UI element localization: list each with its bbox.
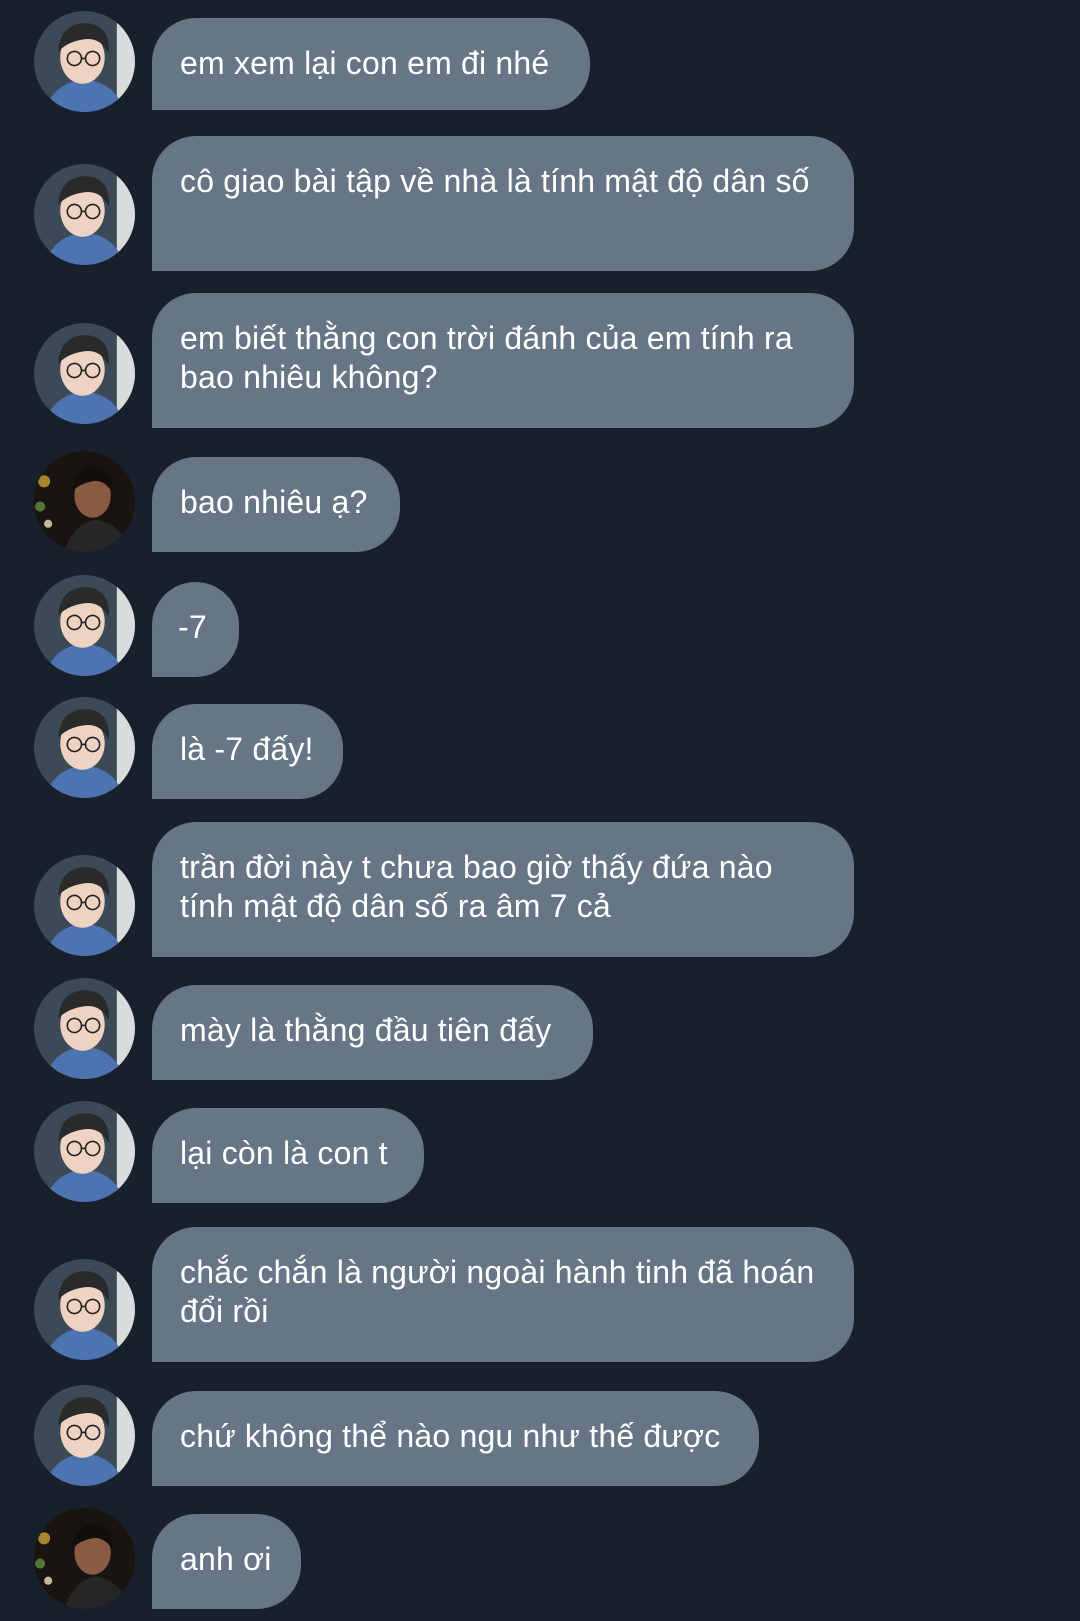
avatar-boy-glasses-icon[interactable] (34, 1101, 135, 1202)
message-text: lại còn là con t (180, 1135, 388, 1171)
message-text: anh ơi (180, 1541, 272, 1577)
message-text: là -7 đấy! (180, 731, 314, 767)
avatar-boy-night-icon[interactable] (34, 451, 135, 552)
message-text: bao nhiêu ạ? (180, 484, 368, 520)
avatar-boy-glasses-icon[interactable] (34, 164, 135, 265)
message-bubble[interactable]: trần đời này t chưa bao giờ thấy đứa nào… (152, 822, 854, 957)
avatar-boy-glasses-image (34, 575, 135, 676)
avatar-boy-glasses-image (34, 855, 135, 956)
message-text: chắc chắn là người ngoài hành tinh đã ho… (180, 1254, 815, 1329)
avatar-boy-glasses-icon[interactable] (34, 978, 135, 1079)
avatar-boy-night-image (34, 1508, 135, 1609)
message-bubble[interactable]: em xem lại con em đi nhé (152, 18, 590, 110)
avatar-boy-night-icon[interactable] (34, 1508, 135, 1609)
message-bubble[interactable]: em biết thằng con trời đánh của em tính … (152, 293, 854, 428)
avatar-boy-glasses-icon[interactable] (34, 11, 135, 112)
message-bubble[interactable]: bao nhiêu ạ? (152, 457, 400, 552)
avatar-boy-glasses-icon[interactable] (34, 1259, 135, 1360)
avatar-boy-glasses-image (34, 11, 135, 112)
message-text: em biết thằng con trời đánh của em tính … (180, 320, 793, 395)
avatar-boy-glasses-image (34, 164, 135, 265)
message-bubble[interactable]: cô giao bài tập về nhà là tính mật độ dâ… (152, 136, 854, 271)
avatar-boy-glasses-image (34, 1101, 135, 1202)
avatar-boy-glasses-icon[interactable] (34, 855, 135, 956)
avatar-boy-glasses-image (34, 1259, 135, 1360)
avatar-boy-glasses-image (34, 978, 135, 1079)
message-text: -7 (178, 609, 207, 645)
message-text: em xem lại con em đi nhé (180, 45, 550, 81)
message-bubble[interactable]: là -7 đấy! (152, 704, 343, 799)
message-bubble[interactable]: mày là thằng đầu tiên đấy (152, 985, 593, 1080)
message-text: chứ không thể nào ngu như thế được (180, 1418, 721, 1454)
message-bubble[interactable]: lại còn là con t (152, 1108, 424, 1203)
message-bubble[interactable]: -7 (152, 582, 239, 677)
message-bubble[interactable]: anh ơi (152, 1514, 301, 1609)
avatar-boy-glasses-icon[interactable] (34, 1385, 135, 1486)
avatar-boy-glasses-image (34, 323, 135, 424)
avatar-boy-glasses-icon[interactable] (34, 697, 135, 798)
avatar-boy-glasses-image (34, 697, 135, 798)
message-bubble[interactable]: chắc chắn là người ngoài hành tinh đã ho… (152, 1227, 854, 1362)
message-text: mày là thằng đầu tiên đấy (180, 1012, 552, 1048)
message-text: cô giao bài tập về nhà là tính mật độ dâ… (180, 163, 810, 199)
message-bubble[interactable]: chứ không thể nào ngu như thế được (152, 1391, 759, 1486)
avatar-boy-night-image (34, 451, 135, 552)
avatar-boy-glasses-icon[interactable] (34, 323, 135, 424)
avatar-boy-glasses-image (34, 1385, 135, 1486)
avatar-boy-glasses-icon[interactable] (34, 575, 135, 676)
message-text: trần đời này t chưa bao giờ thấy đứa nào… (180, 849, 773, 924)
